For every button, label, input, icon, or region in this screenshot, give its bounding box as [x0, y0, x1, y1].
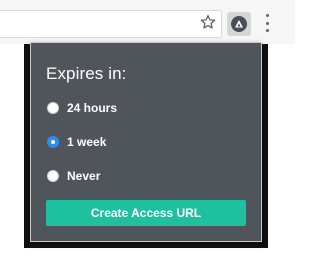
option-label: 1 week	[67, 135, 107, 149]
radio-1-week[interactable]	[47, 136, 59, 148]
access-logo-icon	[231, 16, 247, 32]
vertical-dots-icon[interactable]	[260, 14, 274, 32]
option-never[interactable]: Never	[47, 169, 100, 183]
radio-never[interactable]	[47, 170, 59, 182]
popup-title: Expires in:	[46, 64, 127, 83]
expiry-popup: Expires in: 24 hours 1 week Never Create…	[30, 42, 262, 242]
option-label: 24 hours	[67, 101, 118, 115]
address-bar[interactable]	[0, 10, 222, 38]
star-icon[interactable]	[199, 13, 217, 31]
option-1-week[interactable]: 1 week	[47, 135, 106, 149]
option-24-hours[interactable]: 24 hours	[47, 101, 117, 115]
create-access-url-button[interactable]: Create Access URL	[46, 200, 246, 226]
browser-toolbar	[0, 0, 295, 44]
option-label: Never	[67, 169, 101, 183]
radio-24-hours[interactable]	[47, 102, 59, 114]
extension-button[interactable]	[227, 12, 251, 36]
